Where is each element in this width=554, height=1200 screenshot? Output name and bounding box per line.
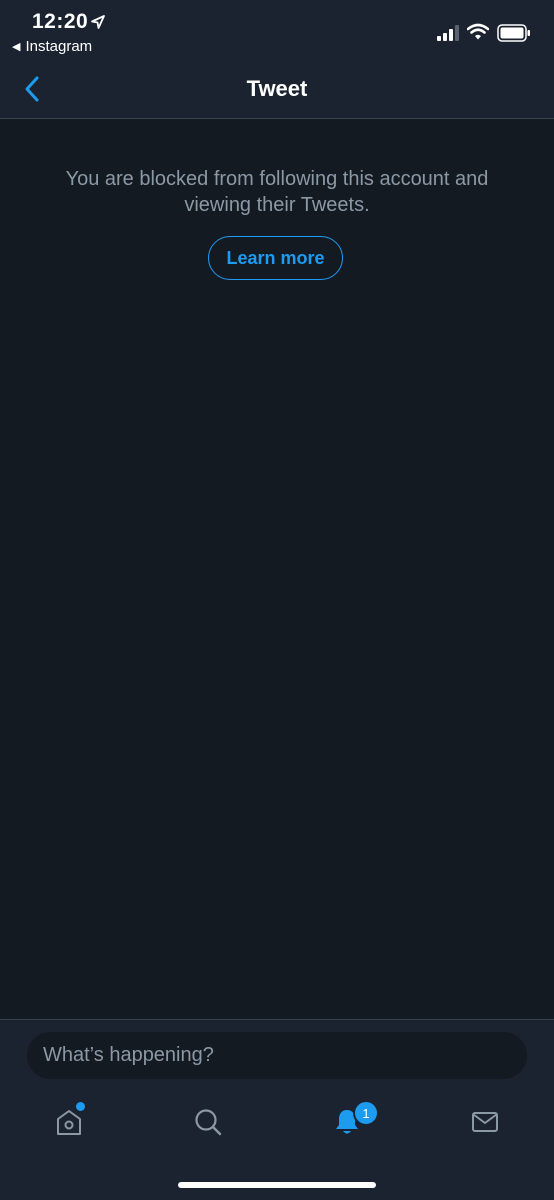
blocked-message: You are blocked from following this acco… (65, 168, 489, 216)
top-area: 12:20 ◀ Instagram Tweet (0, 0, 554, 119)
home-indicator[interactable] (178, 1182, 376, 1188)
back-triangle-icon: ◀ (12, 41, 21, 53)
tab-search[interactable] (178, 1098, 238, 1146)
screen: 12:20 ◀ Instagram Tweet You are blocked … (0, 0, 554, 1200)
tab-messages[interactable] (455, 1098, 515, 1146)
status-time: 12:20 (32, 10, 89, 33)
notification-count-badge: 1 (353, 1100, 379, 1126)
learn-more-button[interactable]: Learn more (208, 236, 343, 280)
mail-icon (472, 1112, 498, 1132)
back-to-app-link[interactable]: ◀ Instagram (12, 38, 92, 55)
page-title: Tweet (246, 76, 308, 101)
compose-input[interactable]: What’s happening? (27, 1032, 527, 1079)
tab-notifications[interactable]: 1 (317, 1098, 379, 1146)
search-icon (195, 1109, 222, 1136)
location-arrow-icon (91, 15, 105, 29)
home-notification-dot (76, 1102, 85, 1111)
tab-home[interactable] (39, 1098, 99, 1146)
tab-bar: 1 (0, 1098, 554, 1146)
nav-bar: Tweet (0, 60, 554, 118)
battery-icon (497, 24, 530, 42)
home-icon (57, 1110, 81, 1135)
back-to-app-label: Instagram (25, 38, 93, 55)
status-bar: 12:20 ◀ Instagram (0, 0, 554, 60)
wifi-icon (467, 23, 489, 40)
cellular-signal-icon (437, 25, 459, 41)
bottom-area: What’s happening? 1 (0, 1019, 554, 1200)
